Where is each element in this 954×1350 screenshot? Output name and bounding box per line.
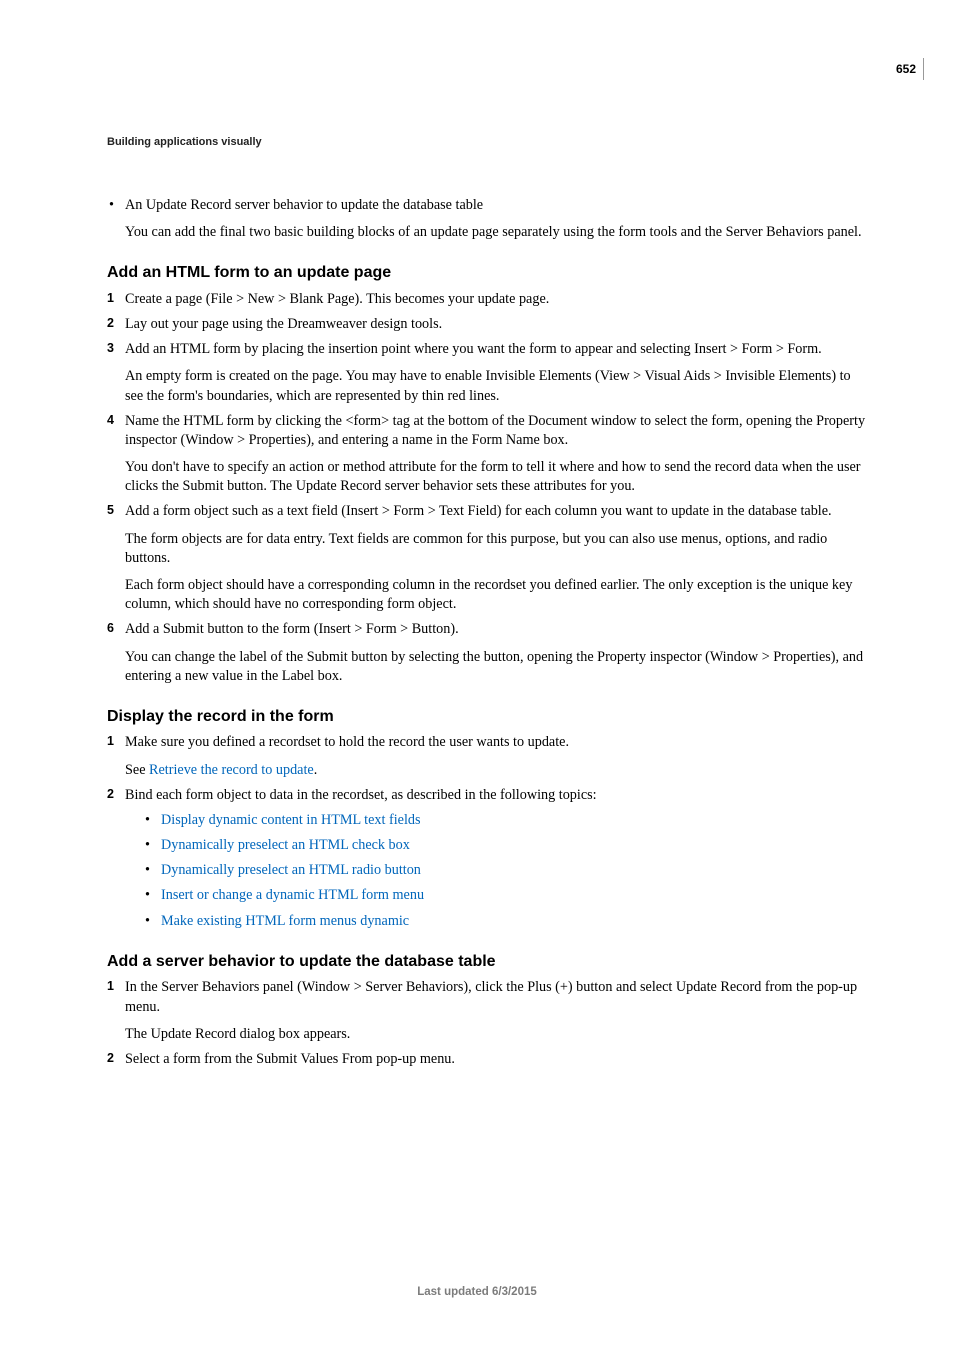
step-number: 2 [107,1050,114,1067]
step-number: 1 [107,978,114,995]
body-text: You can add the final two basic building… [125,223,867,242]
page-content: An Update Record server behavior to upda… [107,190,867,1069]
body-text: Bind each form object to data in the rec… [125,787,597,803]
step-number: 1 [107,290,114,307]
body-text: See Retrieve the record to update. [125,761,867,780]
body-text: In the Server Behaviors panel (Window > … [125,979,857,1014]
body-text: An Update Record server behavior to upda… [125,197,483,213]
list-item: 2 Bind each form object to data in the re… [107,786,867,931]
list-item: 6 Add a Submit button to the form (Insert… [107,620,867,686]
body-text: You don't have to specify an action or m… [125,458,867,496]
list-item: Dynamically preselect an HTML check box [143,836,867,855]
step-number: 6 [107,620,114,637]
step-number: 4 [107,412,114,429]
body-text: Add a Submit button to the form (Insert … [125,621,459,637]
link-display-dynamic-content[interactable]: Display dynamic content in HTML text fie… [161,812,421,828]
page-footer: Last updated 6/3/2015 [0,1286,954,1298]
body-text: The Update Record dialog box appears. [125,1025,867,1044]
list-item: 3 Add an HTML form by placing the inserti… [107,340,867,406]
step-number: 3 [107,340,114,357]
list-item: Make existing HTML form menus dynamic [143,912,867,931]
body-text: Name the HTML form by clicking the <form… [125,413,865,448]
step-number: 2 [107,786,114,803]
link-retrieve-record[interactable]: Retrieve the record to update [149,762,314,778]
step-number: 1 [107,733,114,750]
page-number: 652 [896,62,916,76]
link-existing-menus-dynamic[interactable]: Make existing HTML form menus dynamic [161,913,409,929]
body-text: Create a page (File > New > Blank Page).… [125,291,549,307]
list-item: 4 Name the HTML form by clicking the <for… [107,412,867,497]
list-item: 1 In the Server Behaviors panel (Window >… [107,978,867,1044]
list-item: 1 Make sure you defined a recordset to ho… [107,733,867,779]
body-text: Select a form from the Submit Values Fro… [125,1051,455,1067]
link-insert-change-menu[interactable]: Insert or change a dynamic HTML form men… [161,887,424,903]
running-head: Building applications visually [107,136,262,148]
list-item: 2 Select a form from the Submit Values Fr… [107,1050,867,1069]
list-item: 2 Lay out your page using the Dreamweaver… [107,315,867,334]
body-text: Each form object should have a correspon… [125,576,867,614]
link-preselect-checkbox[interactable]: Dynamically preselect an HTML check box [161,837,410,853]
body-text: An empty form is created on the page. Yo… [125,367,867,405]
list-item: Insert or change a dynamic HTML form men… [143,886,867,905]
step-number: 2 [107,315,114,332]
body-text: The form objects are for data entry. Tex… [125,530,867,568]
list-item: 1 Create a page (File > New > Blank Page)… [107,290,867,309]
section-heading: Add a server behavior to update the data… [107,951,867,973]
body-text: Make sure you defined a recordset to hol… [125,734,569,750]
list-item: 5 Add a form object such as a text field … [107,502,867,614]
section-heading: Display the record in the form [107,706,867,728]
body-text: You can change the label of the Submit b… [125,648,867,686]
body-text: Add a form object such as a text field (… [125,503,832,519]
page-number-rule [923,58,924,80]
link-preselect-radio[interactable]: Dynamically preselect an HTML radio butt… [161,862,421,878]
body-text: Lay out your page using the Dreamweaver … [125,316,442,332]
list-item: An Update Record server behavior to upda… [107,196,867,242]
list-item: Display dynamic content in HTML text fie… [143,811,867,830]
body-text: Add an HTML form by placing the insertio… [125,341,822,357]
list-item: Dynamically preselect an HTML radio butt… [143,861,867,880]
step-number: 5 [107,502,114,519]
section-heading: Add an HTML form to an update page [107,262,867,284]
